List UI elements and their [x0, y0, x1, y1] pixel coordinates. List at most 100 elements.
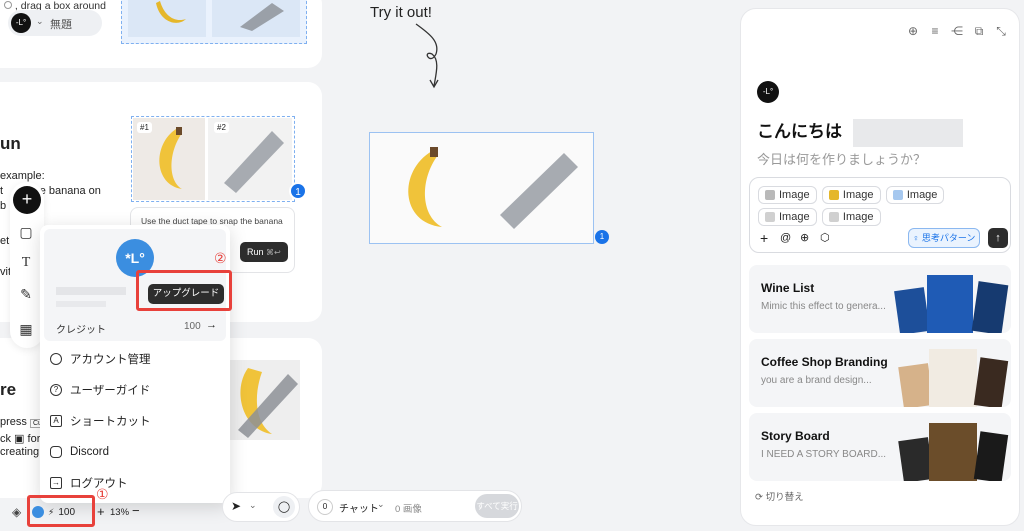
menu-item-logout[interactable]: → ログアウト — [50, 473, 128, 493]
template-coffee-branding[interactable]: Coffee Shop Branding you are a brand des… — [749, 339, 1011, 407]
top-image-frame — [121, 0, 307, 44]
chat-label[interactable]: チャット — [339, 500, 379, 515]
file-title-pill[interactable]: -L° ⌄ 無題 — [8, 10, 102, 36]
example-label: example: — [0, 170, 45, 182]
cursor-icon: ➤ — [231, 499, 242, 513]
main-banana-image — [408, 147, 442, 227]
layers-icon[interactable]: ◈ — [12, 505, 21, 519]
assistant-logo-icon: -L° — [757, 81, 779, 103]
share-icon[interactable]: ⋲ — [949, 23, 965, 39]
hand-drawn-arrow-icon — [415, 23, 439, 89]
globe-icon[interactable]: ⊕ — [800, 231, 809, 244]
run-shortcut: ⌘↩ — [266, 248, 281, 257]
mention-icon[interactable]: @ — [780, 232, 791, 244]
main-tape-image — [500, 153, 578, 229]
username-blur — [56, 287, 126, 295]
chat-count: 0 — [317, 499, 333, 515]
username-blur — [852, 118, 963, 147]
menu-item-guide[interactable]: ? ユーザーガイド — [50, 380, 150, 400]
menu-item-shortcut[interactable]: A ショートカット — [50, 411, 151, 431]
banana-thumb-icon — [156, 1, 186, 23]
app-logo-icon: -L° — [11, 13, 31, 33]
prompt-box[interactable]: Image Image Image Image Image + @ ⊕ ⬡ ♀ … — [749, 177, 1011, 253]
bottom-line-1: press Cu — [0, 416, 45, 428]
wine-list-thumbnail — [894, 271, 1009, 333]
annotation-marker-1: ① — [96, 486, 109, 502]
image-chip-4[interactable]: Image — [758, 208, 817, 226]
side-text-1: et — [0, 235, 10, 247]
image-count: 0 画像 — [395, 504, 422, 515]
export-icon[interactable]: ⧉ — [971, 23, 987, 39]
user-avatar-small — [32, 506, 44, 518]
account-icon — [50, 353, 62, 365]
rectangle-tool-icon[interactable]: ▢ — [16, 222, 36, 242]
cursor-tool-pill[interactable]: ➤ ⌄ ◯ — [222, 492, 300, 522]
email-blur — [56, 301, 106, 307]
tape-thumb-icon — [240, 3, 284, 31]
menu-item-account[interactable]: アカウント管理 — [50, 349, 151, 369]
tape-image — [224, 131, 284, 193]
main-selection-badge: 1 — [595, 230, 609, 244]
refresh-icon: ⟳ — [755, 492, 763, 503]
annotation-marker-2: ② — [214, 250, 227, 266]
zoom-out-button[interactable]: − — [132, 503, 140, 518]
zoom-in-button[interactable]: + — [97, 504, 105, 519]
bottom-line-3: creating — [0, 446, 40, 458]
selection-count-badge: 1 — [289, 182, 307, 200]
send-button[interactable]: ↑ — [988, 228, 1008, 248]
run-label: Run — [247, 247, 264, 257]
image-chip-5[interactable]: Image — [821, 208, 881, 226]
credits-value: 100 — [184, 321, 201, 332]
run-button[interactable]: Run ⌘↩ — [240, 242, 288, 262]
text-tool-icon[interactable]: T — [16, 253, 36, 273]
chevron-down-icon: ⌄ — [36, 16, 44, 26]
assistant-panel: ⊕ ≡ ⋲ ⧉ ⤡ -L° こんにちは 今日は何を作りましょうか？ Image … — [740, 8, 1020, 526]
zoom-level: 13% — [110, 507, 130, 518]
pen-tool-icon[interactable]: ✎ — [16, 284, 36, 304]
add-chat-icon[interactable]: ⊕ — [905, 23, 921, 39]
switch-button[interactable]: ⟳ 切り替え — [755, 489, 804, 503]
shortcut-icon: A — [50, 415, 62, 427]
image-pair-selection[interactable]: #1 #2 — [131, 116, 295, 202]
logout-icon: → — [50, 477, 62, 489]
section-heading: un — [0, 134, 21, 153]
bottom-image — [228, 360, 300, 440]
menu-item-discord[interactable]: Discord — [50, 442, 109, 462]
layout-tool-icon[interactable]: ▦ — [16, 319, 36, 339]
run-all-button[interactable]: すべて実行 — [475, 494, 519, 518]
plus-icon[interactable]: + — [760, 230, 768, 246]
account-menu: *L° アップグレード クレジット 100 → アカウント管理 ? ユーザーガイド… — [40, 225, 230, 503]
file-title: 無題 — [50, 19, 72, 31]
help-icon: ? — [50, 384, 62, 396]
greeting: こんにちは — [757, 117, 963, 147]
chevron-down-icon: ⌄ — [377, 499, 385, 509]
history-icon[interactable]: ≡ — [927, 23, 943, 39]
chat-bar[interactable]: 0 チャット ⌄ 0 画像 すべて実行 — [308, 490, 522, 522]
add-button[interactable]: + — [13, 186, 41, 214]
plus-icon: + — [21, 189, 33, 209]
thinking-mode-button[interactable]: ♀ 思考パターン — [908, 228, 980, 248]
chevron-down-icon: ⌄ — [249, 500, 257, 510]
image-chip-3[interactable]: Image — [885, 186, 945, 204]
main-image-selection[interactable] — [369, 132, 594, 244]
annotation-box-upgrade — [136, 270, 232, 311]
credits-label: クレジット — [56, 325, 106, 336]
image-chip-1[interactable]: Image — [758, 186, 817, 204]
discord-icon — [50, 446, 62, 458]
template-wine-list[interactable]: Wine List Mimic this effect to genera... — [749, 265, 1011, 333]
bulb-icon: ♀ — [912, 233, 920, 243]
credits-button[interactable]: ⚡ 100 — [32, 502, 88, 522]
credits-row[interactable]: クレジット 100 → — [44, 315, 226, 341]
try-it-out-label: Try it out! — [370, 4, 432, 21]
example-line3: b — [0, 200, 7, 212]
image-chip-2[interactable]: Image — [821, 186, 881, 204]
comment-icon[interactable]: ◯ — [273, 496, 295, 518]
banana-image — [159, 127, 182, 189]
bottom-heading: re — [0, 380, 17, 399]
collapse-icon[interactable]: ⤡ — [993, 23, 1009, 39]
bolt-icon: ⚡ — [48, 506, 55, 517]
cube-icon[interactable]: ⬡ — [820, 231, 830, 244]
template-story-board[interactable]: Story Board I NEED A STORY BOARD... — [749, 413, 1011, 481]
credits-count: 100 — [58, 506, 76, 518]
coffee-thumbnail — [897, 345, 1009, 407]
